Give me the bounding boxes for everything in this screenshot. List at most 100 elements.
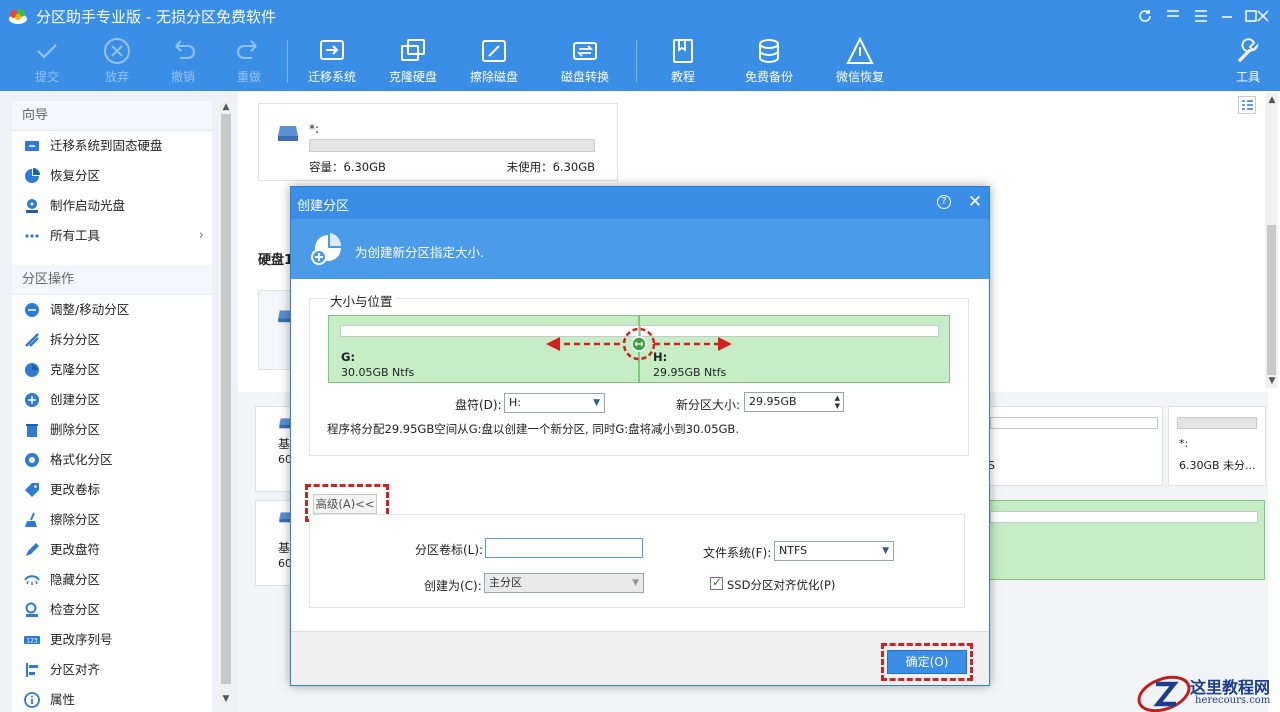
tutorial-button[interactable]: 教程 <box>652 36 714 88</box>
more-dots-icon <box>25 234 39 238</box>
maximize-button[interactable] <box>1223 6 1257 26</box>
sidebar-item-label: 制作启动光盘 <box>50 198 126 213</box>
partition-bar <box>990 417 1158 429</box>
sidebar-item-change-serial[interactable]: 123 更改序列号 <box>12 625 212 655</box>
clone-partition-icon <box>25 363 39 377</box>
unallocated-disk-card[interactable]: *: 容量：6.30GB 未使用：6.30GB <box>258 103 618 181</box>
sidebar-item-create-partition[interactable]: 创建分区 <box>12 385 212 415</box>
migrate-os-label: 迁移系统 <box>307 70 356 84</box>
sidebar-scroll-up-icon[interactable]: ▲ <box>219 100 233 114</box>
redo-button[interactable]: 重做 <box>218 36 280 88</box>
sidebar-item-check-partition[interactable]: 检查分区 <box>12 595 212 625</box>
checkmark-icon: ✓ <box>712 575 723 589</box>
wipe-disk-button[interactable]: 擦除磁盘 <box>463 36 525 88</box>
svg-text:123: 123 <box>26 638 38 645</box>
sidebar-item-label: 隐藏分区 <box>50 572 101 587</box>
refresh-button[interactable] <box>1134 6 1156 26</box>
unallocated-partition[interactable]: *: 6.30GB 未分... <box>1168 406 1266 486</box>
sidebar-item-hide-partition[interactable]: 隐藏分区 <box>12 565 212 595</box>
close-icon <box>1257 10 1269 22</box>
drive-letter-select[interactable]: H: ▼ <box>504 393 605 413</box>
sidebar-item-change-label[interactable]: 更改卷标 <box>12 475 212 505</box>
filesystem-value: NTFS <box>779 544 808 557</box>
disk-row-1-left[interactable]: 基 60 <box>255 406 295 492</box>
sidebar-item-label: 调整/移动分区 <box>50 302 130 317</box>
collapse-button[interactable] <box>1162 6 1184 26</box>
disk-capacity: 容量：6.30GB <box>309 160 386 174</box>
size-location-legend: 大小与位置 <box>327 291 396 310</box>
split-icon <box>25 333 39 347</box>
chevron-right-icon: › <box>198 228 204 243</box>
tools-button[interactable]: 工具 <box>1217 36 1279 88</box>
discard-label: 放弃 <box>104 70 129 84</box>
sidebar-item-label: 所有工具 <box>50 228 101 243</box>
sidebar-item-label: 属性 <box>50 692 76 707</box>
operations-heading: 分区操作 <box>12 265 212 295</box>
sidebar-scrollbar-thumb[interactable] <box>221 114 231 684</box>
close-button[interactable] <box>1252 6 1274 26</box>
new-size-stepper[interactable]: 29.95GB ▲ ▼ <box>744 392 844 412</box>
align-icon <box>26 663 38 677</box>
sidebar-item-all-tools[interactable]: 所有工具 › <box>12 221 212 251</box>
sidebar-item-properties[interactable]: 属性 <box>12 685 212 712</box>
disk-row-2-left[interactable]: 基 60 <box>255 500 295 586</box>
disk-heading: 硬盘1 <box>258 253 294 268</box>
recover-partition-icon <box>25 168 40 183</box>
stepper-up-icon[interactable]: ▲ <box>835 394 840 402</box>
disk-convert-icon <box>573 42 597 60</box>
sidebar-item-split[interactable]: 拆分分区 <box>12 325 212 355</box>
stepper-down-icon[interactable]: ▼ <box>835 402 840 410</box>
disk-row-1-partition[interactable]: S <box>985 406 1163 486</box>
undo-button[interactable]: 撤销 <box>152 36 214 88</box>
filesystem-label: 文件系统(F): <box>703 546 772 560</box>
undo-label: 撤销 <box>170 70 195 84</box>
sidebar-item-change-drive-letter[interactable]: 更改盘符 <box>12 535 212 565</box>
disk-row-1-type: 基 <box>278 437 291 451</box>
sidebar-item-recover-partition[interactable]: 恢复分区 <box>12 161 212 191</box>
filesystem-select[interactable]: NTFS ▼ <box>774 541 894 561</box>
sidebar-item-wipe-partition[interactable]: 擦除分区 <box>12 505 212 535</box>
discard-button[interactable]: 放弃 <box>86 36 148 88</box>
clone-disk-button[interactable]: 克隆硬盘 <box>382 36 444 88</box>
volume-label-input[interactable] <box>485 538 643 558</box>
sidebar-item-migrate-ssd[interactable]: 迁移系统到固态硬盘 <box>12 131 212 161</box>
wechat-recovery-button[interactable]: 微信恢复 <box>829 36 891 88</box>
sidebar-item-label: 检查分区 <box>50 602 101 617</box>
magnifier-icon <box>25 602 38 617</box>
sidebar-item-align-partition[interactable]: 分区对齐 <box>12 655 212 685</box>
cancel-circle-icon <box>104 38 130 64</box>
sidebar-item-format-partition[interactable]: 格式化分区 <box>12 445 212 475</box>
sidebar-item-label: 更改卷标 <box>50 482 101 497</box>
main-scroll-up-icon[interactable]: ▲ <box>1265 93 1279 107</box>
dialog-banner: 为创建新分区指定大小. <box>291 219 989 279</box>
help-icon[interactable]: ? <box>937 195 951 209</box>
migrate-ssd-icon <box>25 141 39 151</box>
disk-unused: 未使用：6.30GB <box>506 160 595 174</box>
create-as-value: 主分区 <box>489 576 522 589</box>
drive-letter-value: H: <box>509 396 521 409</box>
disk-row-2-partition[interactable] <box>985 500 1265 580</box>
disk-convert-button[interactable]: 磁盘转换 <box>554 36 616 88</box>
ssd-align-checkbox[interactable]: ✓ <box>710 575 723 590</box>
sidebar-scroll-down-icon[interactable]: ▼ <box>219 692 233 706</box>
wipe-disk-label: 擦除磁盘 <box>469 70 518 84</box>
menu-icon <box>1195 10 1207 22</box>
sidebar-item-clone-partition[interactable]: 克隆分区 <box>12 355 212 385</box>
dialog-title-bar: 创建分区 ? ✕ <box>291 187 989 219</box>
sidebar-item-resize[interactable]: 调整/移动分区 <box>12 295 212 325</box>
view-toggle-button[interactable] <box>1238 96 1256 114</box>
main-scrollbar-thumb[interactable] <box>1267 225 1276 375</box>
migrate-os-button[interactable]: 迁移系统 <box>301 36 363 88</box>
serial-123-icon: 123 <box>24 636 40 645</box>
partition-divider-handle[interactable] <box>544 325 734 365</box>
chevron-down-icon: ▼ <box>882 546 889 556</box>
main-scroll-down-icon[interactable]: ▼ <box>1265 374 1279 388</box>
clone-disk-icon <box>401 39 425 61</box>
free-backup-button[interactable]: 免费备份 <box>738 36 800 88</box>
create-as-select[interactable]: 主分区 ▼ <box>484 573 644 593</box>
sidebar-item-delete-partition[interactable]: 删除分区 <box>12 415 212 445</box>
menu-button[interactable] <box>1190 6 1212 26</box>
sidebar-item-boot-disc[interactable]: 制作启动光盘 <box>12 191 212 221</box>
submit-button[interactable]: 提交 <box>16 36 78 88</box>
dialog-close-button[interactable]: ✕ <box>965 191 985 213</box>
